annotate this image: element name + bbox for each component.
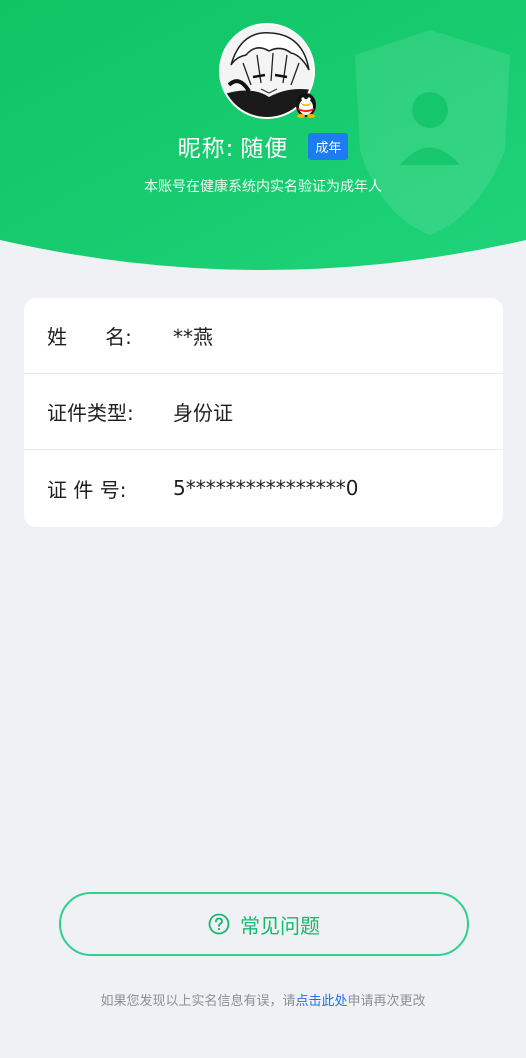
id-type-label: 证件类型:	[47, 401, 134, 425]
adult-status-badge: 成年	[308, 132, 349, 160]
profile-header: 昵称: 随便 成年 本账号在健康系统内实名验证为成年人	[0, 0, 526, 270]
verification-note: 本账号在健康系统内实名验证为成年人	[144, 179, 382, 195]
correction-note: 如果您发现以上实名信息有误，请点击此处申请再次更改	[0, 990, 526, 1009]
nickname-row: 昵称: 随便 成年	[0, 128, 526, 164]
correction-note-prefix: 如果您发现以上实名信息有误，请	[100, 994, 296, 1009]
faq-button[interactable]: 常见问题	[59, 892, 469, 956]
nickname-label: 昵称:	[177, 136, 235, 162]
identity-info-card: 姓 名: **燕 证件类型: 身份证 证 件 号: 5*************…	[24, 298, 503, 527]
correction-note-suffix: 申请再次更改	[347, 994, 426, 1009]
question-circle-icon	[208, 913, 230, 935]
name-value: **燕	[173, 325, 213, 349]
faq-button-label: 常见问题	[240, 913, 320, 938]
info-row-id-type: 证件类型: 身份证	[24, 374, 503, 450]
qq-penguin-icon	[292, 88, 320, 118]
id-type-value: 身份证	[173, 401, 233, 425]
id-number-label: 证 件 号:	[47, 477, 127, 502]
nickname-value: 随便	[240, 136, 289, 162]
name-label: 姓 名:	[47, 325, 132, 349]
click-here-link[interactable]: 点击此处	[295, 994, 347, 1009]
info-row-id-number: 证 件 号: 5****************0	[24, 450, 503, 526]
id-number-value: 5****************0	[173, 476, 359, 500]
info-row-name: 姓 名: **燕	[24, 298, 503, 374]
